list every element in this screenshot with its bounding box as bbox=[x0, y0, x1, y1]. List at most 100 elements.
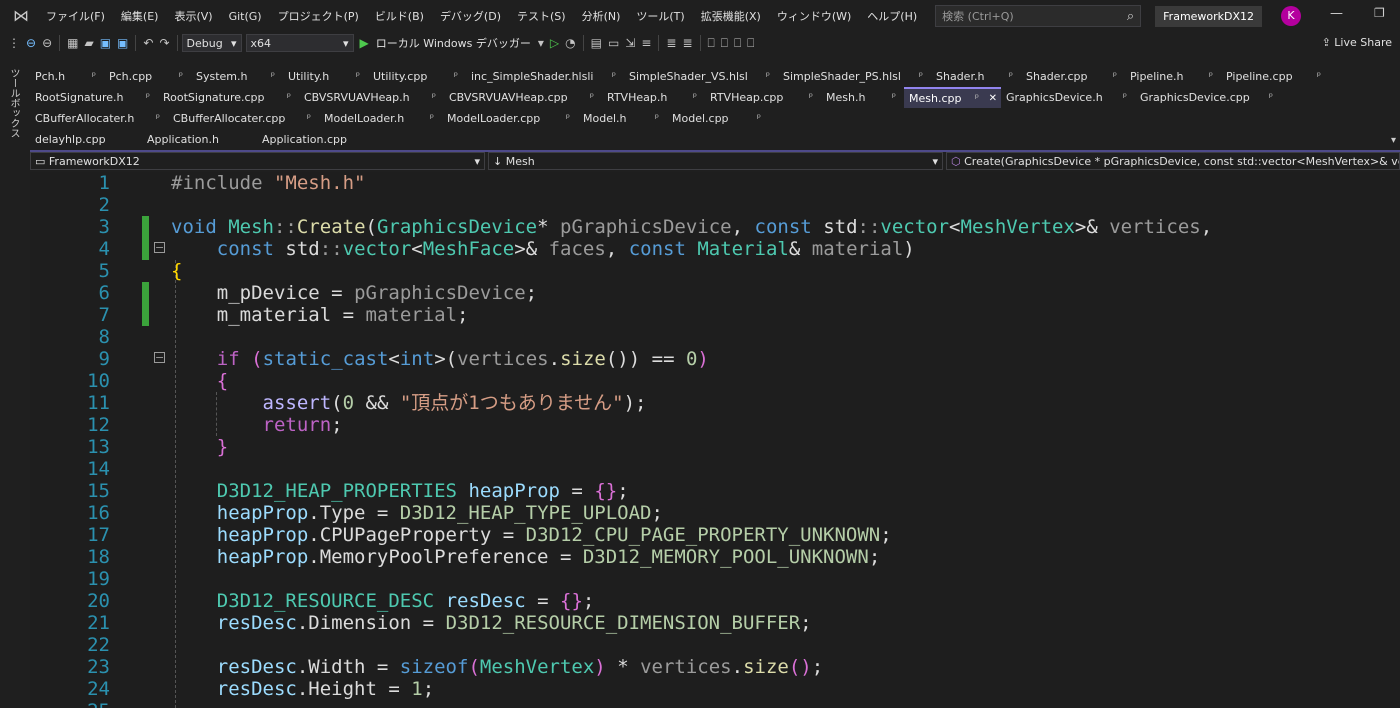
tab-pch-cpp[interactable]: Pch.cpp ᵖ bbox=[104, 66, 191, 87]
visual-studio-logo-icon[interactable]: ⋈ bbox=[10, 7, 32, 25]
tab-application-cpp[interactable]: Application.cpp bbox=[257, 129, 385, 150]
pin-icon[interactable]: ᵖ bbox=[1209, 66, 1213, 87]
format-icon[interactable]: ≡ bbox=[641, 36, 651, 50]
pin-icon[interactable]: ᵖ bbox=[454, 66, 458, 87]
menu-extensions[interactable]: 拡張機能(X) bbox=[693, 8, 769, 24]
forward-icon[interactable]: ⊖ bbox=[42, 36, 52, 50]
tab-rtvheap-cpp[interactable]: RTVHeap.cpp ᵖ bbox=[705, 87, 821, 108]
pin-icon[interactable]: ᵖ bbox=[809, 87, 813, 108]
pin-icon[interactable]: ᵖ bbox=[693, 87, 697, 108]
tab-rootsignature-cpp[interactable]: RootSignature.cpp ᵖ bbox=[158, 87, 299, 108]
open-folder-icon[interactable]: ▰ bbox=[84, 36, 93, 50]
menu-git[interactable]: Git(G) bbox=[221, 10, 270, 23]
pin-icon[interactable]: ᵖ bbox=[566, 108, 570, 129]
browse-icon[interactable]: ▤ bbox=[591, 36, 602, 50]
toolbox-tab[interactable]: ツールボックス bbox=[6, 68, 21, 138]
tab-cbufferallocater-h[interactable]: CBufferAllocater.h ᵖ bbox=[30, 108, 168, 129]
tab-pipeline-h[interactable]: Pipeline.h ᵖ bbox=[1125, 66, 1221, 87]
pin-icon[interactable]: ᵖ bbox=[146, 87, 150, 108]
pin-icon[interactable]: ᵖ bbox=[1009, 66, 1013, 87]
menu-test[interactable]: テスト(S) bbox=[509, 8, 574, 24]
pin-icon[interactable]: ᵖ bbox=[766, 66, 770, 87]
tab-graphicsdevice-cpp[interactable]: GraphicsDevice.cpp ᵖ bbox=[1135, 87, 1281, 108]
undo-icon[interactable]: ↶ bbox=[143, 36, 153, 50]
tab-utility-cpp[interactable]: Utility.cpp ᵖ bbox=[368, 66, 466, 87]
menu-edit[interactable]: 編集(E) bbox=[113, 8, 167, 24]
tab-simpleshader-ps[interactable]: SimpleShader_PS.hlsl ᵖ bbox=[778, 66, 931, 87]
menu-tools[interactable]: ツール(T) bbox=[628, 8, 692, 24]
pin-icon[interactable]: ᵖ bbox=[612, 66, 616, 87]
tab-shader-cpp[interactable]: Shader.cpp ᵖ bbox=[1021, 66, 1125, 87]
tab-rootsignature-h[interactable]: RootSignature.h ᵖ bbox=[30, 87, 158, 108]
pin-icon[interactable]: ᵖ bbox=[307, 108, 311, 129]
tab-graphicsdevice-h[interactable]: GraphicsDevice.h ᵖ bbox=[1001, 87, 1135, 108]
tab-model-cpp[interactable]: Model.cpp ᵖ bbox=[667, 108, 769, 129]
tab-mesh-h[interactable]: Mesh.h ᵖ bbox=[821, 87, 904, 108]
comment-icon[interactable]: ≣ bbox=[666, 36, 676, 50]
tab-cbvsrvuavheap-h[interactable]: CBVSRVUAVHeap.h ᵖ bbox=[299, 87, 444, 108]
tab-pch-h[interactable]: Pch.h ᵖ bbox=[30, 66, 104, 87]
tab-application-h[interactable]: Application.h bbox=[142, 129, 257, 150]
search-input[interactable]: 検索 (Ctrl+Q) ⌕ bbox=[935, 5, 1142, 27]
pin-icon[interactable]: ᵖ bbox=[179, 66, 183, 87]
pin-icon[interactable]: ᵖ bbox=[356, 66, 360, 87]
live-share-button[interactable]: ⇪ Live Share bbox=[1322, 36, 1392, 49]
tab-mesh-cpp[interactable]: Mesh.cpp ᵖ ✕ bbox=[904, 87, 1001, 108]
scope-dropdown[interactable]: ↓ Mesh ▾ bbox=[488, 152, 943, 170]
pin-icon[interactable]: ᵖ bbox=[757, 108, 761, 129]
pin-icon[interactable]: ᵖ bbox=[271, 66, 275, 87]
pin-icon[interactable]: ᵖ bbox=[430, 108, 434, 129]
tab-utility-h[interactable]: Utility.h ᵖ bbox=[283, 66, 368, 87]
collapse-icon[interactable]: − bbox=[154, 352, 165, 363]
pin-icon[interactable]: ᵖ bbox=[975, 89, 979, 108]
menu-help[interactable]: ヘルプ(H) bbox=[859, 8, 925, 24]
pin-icon[interactable]: ᵖ bbox=[1123, 87, 1127, 108]
back-icon[interactable]: ⊖ bbox=[26, 36, 36, 50]
menu-build[interactable]: ビルド(B) bbox=[367, 8, 432, 24]
menu-debug[interactable]: デバッグ(D) bbox=[432, 8, 509, 24]
collapse-icon[interactable]: − bbox=[154, 242, 165, 253]
member-dropdown[interactable]: ⬡ Create(GraphicsDevice * pGraphicsDevic… bbox=[946, 152, 1400, 170]
clear-bookmarks-icon[interactable]: ⎕ bbox=[747, 36, 754, 51]
new-project-icon[interactable]: ▦ bbox=[67, 36, 78, 50]
tab-simpleshader-vs[interactable]: SimpleShader_VS.hlsl ᵖ bbox=[624, 66, 778, 87]
layout-icon[interactable]: ▭ bbox=[608, 36, 619, 50]
run-button-label[interactable]: ローカル Windows デバッガー bbox=[376, 35, 531, 51]
tab-model-h[interactable]: Model.h ᵖ bbox=[578, 108, 667, 129]
pin-icon[interactable]: ᵖ bbox=[1269, 87, 1273, 108]
menu-window[interactable]: ウィンドウ(W) bbox=[769, 8, 859, 24]
tab-cbufferallocater-cpp[interactable]: CBufferAllocater.cpp ᵖ bbox=[168, 108, 319, 129]
hot-reload-icon[interactable]: ◔ bbox=[565, 36, 575, 50]
maximize-icon[interactable]: ❐ bbox=[1374, 6, 1385, 20]
step-icon[interactable]: ⇲ bbox=[625, 36, 635, 50]
minimize-icon[interactable]: — bbox=[1330, 6, 1343, 21]
save-all-icon[interactable]: ▣ bbox=[117, 36, 128, 50]
tab-overflow-icon[interactable]: ▾ bbox=[1391, 135, 1396, 146]
pin-icon[interactable]: ᵖ bbox=[919, 66, 923, 87]
project-dropdown[interactable]: ▭ FrameworkDX12 ▾ bbox=[30, 152, 485, 170]
tab-shader-h[interactable]: Shader.h ᵖ bbox=[931, 66, 1021, 87]
drag-handle-icon[interactable]: ⋮ bbox=[8, 36, 20, 50]
uncomment-icon[interactable]: ≣ bbox=[682, 36, 692, 50]
pin-icon[interactable]: ᵖ bbox=[892, 87, 896, 108]
prev-bookmark-icon[interactable]: ⎕ bbox=[721, 36, 728, 51]
start-debug-icon[interactable]: ▶ bbox=[360, 36, 369, 50]
menu-project[interactable]: プロジェクト(P) bbox=[270, 8, 367, 24]
platform-select[interactable]: x64 ▾ bbox=[245, 34, 354, 52]
close-icon[interactable]: ✕ bbox=[989, 89, 997, 108]
code-editor[interactable]: 1 2 3 4 5 6 7 8 9 10 11 12 13 14 15 16 1… bbox=[30, 172, 1400, 708]
tab-pipeline-cpp[interactable]: Pipeline.cpp ᵖ bbox=[1221, 66, 1329, 87]
tab-delayhlp-cpp[interactable]: delayhlp.cpp bbox=[30, 129, 142, 150]
tab-inc-simpleshader[interactable]: inc_SimpleShader.hlsli ᵖ bbox=[466, 66, 624, 87]
pin-icon[interactable]: ᵖ bbox=[1113, 66, 1117, 87]
pin-icon[interactable]: ᵖ bbox=[655, 108, 659, 129]
bookmark-icon[interactable]: ⎕ bbox=[708, 36, 715, 51]
tab-system-h[interactable]: System.h ᵖ bbox=[191, 66, 283, 87]
tab-modelloader-h[interactable]: ModelLoader.h ᵖ bbox=[319, 108, 442, 129]
menu-file[interactable]: ファイル(F) bbox=[38, 8, 113, 24]
start-without-debug-icon[interactable]: ▷ bbox=[550, 36, 559, 50]
menu-view[interactable]: 表示(V) bbox=[166, 8, 220, 24]
menu-analyze[interactable]: 分析(N) bbox=[574, 8, 629, 24]
save-icon[interactable]: ▣ bbox=[100, 36, 111, 50]
pin-icon[interactable]: ᵖ bbox=[156, 108, 160, 129]
